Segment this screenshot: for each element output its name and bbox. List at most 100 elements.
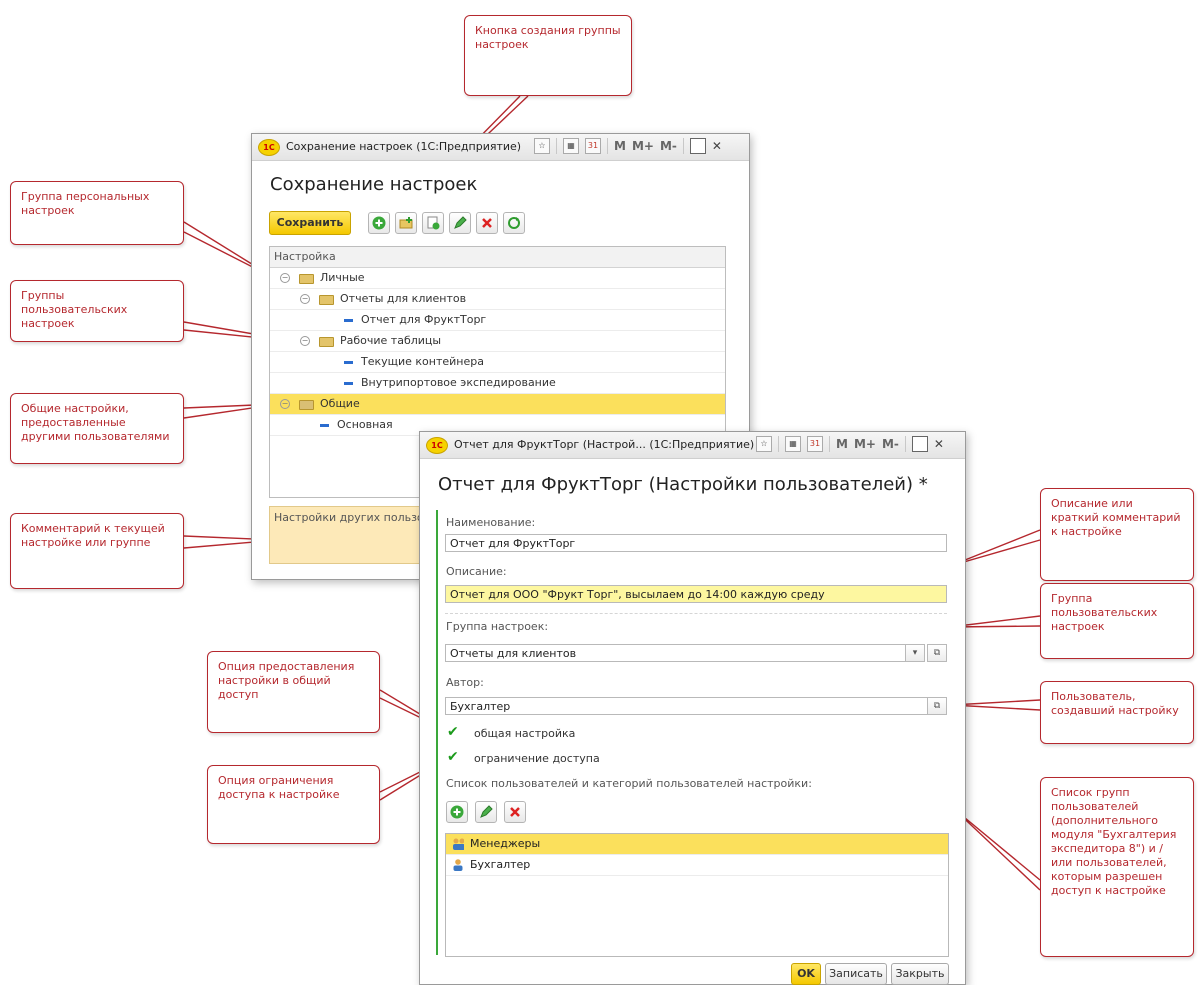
delete-icon xyxy=(510,807,520,817)
write-button[interactable]: Записать xyxy=(825,963,887,985)
favorites-icon[interactable]: ☆ xyxy=(534,138,550,154)
window-title: Сохранение настроек (1С:Предприятие) xyxy=(286,140,522,153)
memory-m-button[interactable]: M xyxy=(836,437,848,451)
collapse-icon[interactable]: − xyxy=(280,273,290,283)
open-author-button[interactable]: ⧉ xyxy=(927,697,947,715)
tree-row-label: Отчеты для клиентов xyxy=(340,292,467,305)
shared-checkbox-label[interactable]: общая настройка xyxy=(474,727,575,740)
pencil-icon xyxy=(480,805,493,818)
edit-user-button[interactable] xyxy=(475,801,497,823)
users-list[interactable]: Менеджеры Бухгалтер xyxy=(445,833,949,957)
calendar-icon[interactable]: 31 xyxy=(807,436,823,452)
calculator-icon[interactable]: ▦ xyxy=(785,436,801,452)
memory-mminus-button[interactable]: M- xyxy=(882,437,899,451)
separator xyxy=(778,436,779,452)
delete-button[interactable] xyxy=(476,212,498,234)
add-icon xyxy=(450,805,464,819)
maximize-icon[interactable] xyxy=(689,138,706,154)
favorites-icon[interactable]: ☆ xyxy=(756,436,772,452)
add-button[interactable] xyxy=(368,212,390,234)
tree-row-label: Основная xyxy=(337,418,393,431)
shared-folder-icon xyxy=(299,400,314,410)
tree-column-header[interactable]: Настройка xyxy=(270,247,725,268)
memory-m-button[interactable]: M xyxy=(614,139,626,153)
refresh-button[interactable] xyxy=(503,212,525,234)
setting-item-icon xyxy=(320,424,329,427)
open-group-button[interactable]: ⧉ xyxy=(927,644,947,662)
close-icon[interactable]: ✕ xyxy=(712,139,722,153)
description-field[interactable]: Отчет для ООО "Фрукт Торг", высылаем до … xyxy=(445,585,947,603)
memory-mplus-button[interactable]: M+ xyxy=(632,139,654,153)
restrict-checkbox-label[interactable]: ограничение доступа xyxy=(474,752,600,765)
callout-author: Пользователь, создавший настройку xyxy=(1040,681,1194,744)
author-field[interactable]: Бухгалтер xyxy=(445,697,929,715)
restrict-checkbox[interactable]: ✔ xyxy=(447,750,461,764)
callout-restrict-option: Опция ограничения доступа к настройке xyxy=(207,765,380,844)
separator xyxy=(904,436,906,452)
collapse-icon[interactable]: − xyxy=(280,399,290,409)
group-select[interactable]: Отчеты для клиентов xyxy=(445,644,907,662)
maximize-icon[interactable] xyxy=(911,436,928,452)
delete-icon xyxy=(482,218,492,228)
tree-row-port-forwarding[interactable]: Внутрипортовое экспедирование xyxy=(270,373,725,394)
list-item-managers[interactable]: Менеджеры xyxy=(446,834,948,855)
callout-comment: Комментарий к текущей настройке или груп… xyxy=(10,513,184,589)
memory-mplus-button[interactable]: M+ xyxy=(854,437,876,451)
tree-row-fruktorg-report[interactable]: Отчет для ФруктТорг xyxy=(270,310,725,331)
callout-description: Описание или краткий комментарий к настр… xyxy=(1040,488,1194,581)
calendar-icon[interactable]: 31 xyxy=(585,138,601,154)
callout-personal-group: Группа персональных настроек xyxy=(10,181,184,245)
list-item-label: Менеджеры xyxy=(470,837,541,850)
separator xyxy=(607,138,608,154)
divider xyxy=(445,613,947,614)
add-icon xyxy=(372,216,386,230)
calculator-icon[interactable]: ▦ xyxy=(563,138,579,154)
create-group-button[interactable] xyxy=(395,212,417,234)
setting-item-icon xyxy=(344,382,353,385)
tree-row-personal[interactable]: − Личные xyxy=(270,268,725,289)
name-field[interactable]: Отчет для ФруктТорг xyxy=(445,534,947,552)
tree-row-work-tables[interactable]: − Рабочие таблицы xyxy=(270,331,725,352)
list-item-label: Бухгалтер xyxy=(470,858,531,871)
collapse-icon[interactable]: − xyxy=(300,294,310,304)
titlebar-tools: ☆ ▦ 31 M M+ M- ✕ xyxy=(756,436,944,452)
tree-row-label: Личные xyxy=(320,271,365,284)
tree-row-current-containers[interactable]: Текущие контейнера xyxy=(270,352,725,373)
callout-share-option: Опция предоставления настройки в общий д… xyxy=(207,651,380,733)
description-label: Описание: xyxy=(446,565,507,578)
setting-item-icon xyxy=(344,319,353,322)
tree-row-label: Внутрипортовое экспедирование xyxy=(361,376,556,389)
refresh-icon xyxy=(508,217,520,229)
1c-logo-icon: 1С xyxy=(258,139,280,156)
save-button[interactable]: Сохранить xyxy=(269,211,351,235)
close-icon[interactable]: ✕ xyxy=(934,437,944,451)
page-title: Сохранение настроек xyxy=(270,174,478,195)
close-button[interactable]: Закрыть xyxy=(891,963,949,985)
shared-checkbox[interactable]: ✔ xyxy=(447,725,461,739)
user-icon xyxy=(453,859,463,871)
folder-icon xyxy=(319,337,334,347)
tree-row-shared[interactable]: − Общие xyxy=(270,394,725,415)
form-left-accent xyxy=(436,510,438,955)
tree-row-label: Рабочие таблицы xyxy=(340,334,442,347)
dropdown-button[interactable]: ▾ xyxy=(905,644,925,662)
user-group-icon xyxy=(453,838,464,850)
tree-row-client-reports[interactable]: − Отчеты для клиентов xyxy=(270,289,725,310)
callout-user-groups: Группы пользовательских настроек xyxy=(10,280,184,342)
edit-button[interactable] xyxy=(449,212,471,234)
window-title: Отчет для ФруктТорг (Настрой... (1С:Пред… xyxy=(454,438,755,451)
folder-icon xyxy=(299,274,314,284)
collapse-icon[interactable]: − xyxy=(300,336,310,346)
separator xyxy=(556,138,557,154)
memory-mminus-button[interactable]: M- xyxy=(660,139,677,153)
copy-icon xyxy=(427,216,440,230)
list-item-accountant[interactable]: Бухгалтер xyxy=(446,855,948,876)
separator xyxy=(829,436,830,452)
delete-user-button[interactable] xyxy=(504,801,526,823)
copy-button[interactable] xyxy=(422,212,444,234)
page-title: Отчет для ФруктТорг (Настройки пользоват… xyxy=(438,474,928,495)
add-user-button[interactable] xyxy=(446,801,468,823)
ok-button[interactable]: OK xyxy=(791,963,821,985)
users-list-label: Список пользователей и категорий пользов… xyxy=(446,777,812,790)
callout-group: Группа пользовательских настроек xyxy=(1040,583,1194,659)
